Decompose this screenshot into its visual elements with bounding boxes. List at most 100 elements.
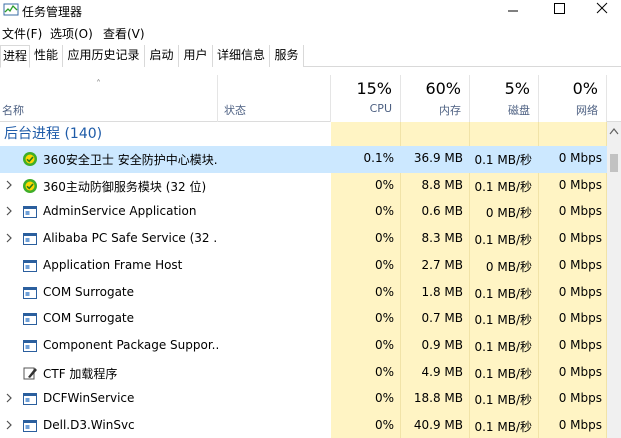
disk-value: 0 MB/秒 xyxy=(485,259,532,274)
cpu-value: 0% xyxy=(374,204,394,219)
process-name: CTF 加载程序 xyxy=(43,366,118,381)
process-name: Component Package Suppor... xyxy=(43,337,218,352)
process-name: 360安全卫士 安全防护中心模块... xyxy=(43,153,218,167)
close-icon xyxy=(596,2,608,14)
app-window-icon xyxy=(23,420,37,432)
memory-value: 8.8 MB xyxy=(421,177,463,192)
menu-options[interactable]: 选项(O) xyxy=(50,25,93,42)
tab-services[interactable]: 服务 xyxy=(270,45,304,67)
header-memory[interactable]: 60% 内存 xyxy=(401,75,470,122)
header-memory-label: 内存 xyxy=(439,104,461,117)
process-row[interactable]: 360主动防御服务模块 (32 位) 0% 8.8 MB 0.1 MB/秒 0 Mbps xyxy=(0,173,607,200)
memory-value: 0.7 MB xyxy=(421,311,463,326)
process-name: Alibaba PC Safe Service (32 ... xyxy=(43,231,218,246)
process-row[interactable]: 360安全卫士 安全防护中心模块... 0.1% 36.9 MB 0.1 MB/秒 0 … xyxy=(0,146,607,173)
disk-value: 0.1 MB/秒 xyxy=(474,179,532,194)
network-value: 0 Mbps xyxy=(558,364,602,379)
tab-processes[interactable]: 进程 xyxy=(0,45,30,68)
header-disk[interactable]: 5% 磁盘 xyxy=(470,75,539,122)
cpu-value: 0% xyxy=(374,257,394,272)
minimize-icon xyxy=(508,10,518,12)
cpu-value: 0% xyxy=(374,364,394,379)
memory-value: 40.9 MB xyxy=(413,418,463,432)
process-row[interactable]: COM Surrogate 0% 0.7 MB 0.1 MB/秒 0 Mbps xyxy=(0,306,607,333)
disk-value: 0.1 MB/秒 xyxy=(474,393,532,408)
expand-chevron-icon[interactable] xyxy=(4,393,14,403)
sort-up-icon: ˄ xyxy=(96,79,101,90)
network-value: 0 Mbps xyxy=(558,204,602,219)
process-row[interactable]: COM Surrogate 0% 1.8 MB 0.1 MB/秒 0 Mbps xyxy=(0,280,607,307)
memory-value: 8.3 MB xyxy=(421,231,463,246)
network-value: 0 Mbps xyxy=(558,284,602,299)
disk-total-percent: 5% xyxy=(504,79,530,98)
group-header-background[interactable]: 后台进程 (140) xyxy=(0,122,607,149)
header-status[interactable]: 状态 xyxy=(218,75,331,122)
vertical-scrollbar[interactable] xyxy=(607,122,621,438)
process-name: COM Surrogate xyxy=(43,284,135,299)
ctf-pen-icon xyxy=(23,367,37,380)
memory-total-percent: 60% xyxy=(425,79,461,98)
maximize-icon xyxy=(554,3,565,14)
process-row[interactable]: Alibaba PC Safe Service (32 ... 0% 8.3 MB 0… xyxy=(0,226,607,253)
expand-chevron-icon[interactable] xyxy=(4,206,14,216)
tab-performance[interactable]: 性能 xyxy=(30,45,63,67)
expand-chevron-icon[interactable] xyxy=(4,233,14,243)
process-row[interactable]: Application Frame Host 0% 2.7 MB 0 MB/秒 0 Mb… xyxy=(0,253,607,280)
header-name[interactable]: ˄ 名称 xyxy=(0,75,218,122)
app-window-icon xyxy=(23,339,37,352)
process-row[interactable]: CTF 加载程序 0% 4.9 MB 0.1 MB/秒 0 Mbps xyxy=(0,360,607,387)
scroll-up-icon[interactable] xyxy=(607,122,621,142)
header-cpu[interactable]: 15% CPU xyxy=(331,75,401,122)
app-window-icon xyxy=(23,206,37,219)
disk-value: 0.1 MB/秒 xyxy=(474,366,532,381)
menu-view[interactable]: 查看(V) xyxy=(103,25,145,42)
process-name: Application Frame Host xyxy=(43,257,183,272)
process-name: COM Surrogate xyxy=(43,311,135,326)
maximize-button[interactable] xyxy=(536,0,582,22)
process-name: DCFWinService xyxy=(43,391,135,406)
memory-value: 2.7 MB xyxy=(421,257,463,272)
menu-file[interactable]: 文件(F) xyxy=(2,25,42,42)
scroll-thumb[interactable] xyxy=(610,154,618,172)
tab-app-history[interactable]: 应用历史记录 xyxy=(63,45,145,67)
360-shield-icon xyxy=(23,152,37,166)
cpu-value: 0% xyxy=(374,177,394,192)
disk-value: 0.1 MB/秒 xyxy=(474,286,532,301)
network-value: 0 Mbps xyxy=(558,418,602,432)
process-row[interactable]: AdminService Application 0% 0.6 MB 0 MB/秒 0 … xyxy=(0,199,607,226)
disk-value: 0.1 MB/秒 xyxy=(474,313,532,328)
process-name: 360主动防御服务模块 (32 位) xyxy=(43,179,207,194)
tab-startup[interactable]: 启动 xyxy=(145,45,179,67)
header-network[interactable]: 0% 网络 xyxy=(539,75,607,122)
header-network-label: 网络 xyxy=(576,104,598,117)
network-value: 0 Mbps xyxy=(558,151,602,165)
cpu-value: 0% xyxy=(374,418,394,432)
network-value: 0 Mbps xyxy=(558,177,602,192)
memory-value: 0.9 MB xyxy=(421,337,463,352)
memory-value: 1.8 MB xyxy=(421,284,463,299)
app-window-icon xyxy=(23,393,37,406)
process-row[interactable]: Component Package Suppor... 0% 0.9 MB 0.1 M… xyxy=(0,333,607,360)
cpu-value: 0% xyxy=(374,284,394,299)
360-shield-icon xyxy=(23,178,37,193)
disk-value: 0 MB/秒 xyxy=(485,206,532,221)
process-row[interactable]: DCFWinService 0% 18.8 MB 0.1 MB/秒 0 Mbps xyxy=(0,386,607,413)
column-header: ˄ 名称 状态 15% CPU 60% 内存 5% 磁盘 0% 网络 xyxy=(0,75,621,122)
expand-chevron-icon[interactable] xyxy=(4,420,14,430)
app-window-icon xyxy=(23,286,37,299)
tab-users[interactable]: 用户 xyxy=(179,45,213,67)
memory-value: 0.6 MB xyxy=(421,204,463,219)
task-manager-icon xyxy=(3,3,19,16)
process-name: AdminService Application xyxy=(43,204,197,219)
expand-chevron-icon[interactable] xyxy=(4,180,14,190)
cpu-total-percent: 15% xyxy=(356,79,392,98)
close-button[interactable] xyxy=(582,0,621,22)
title-bar: 任务管理器 xyxy=(0,0,621,22)
cpu-value: 0% xyxy=(374,231,394,246)
tab-details[interactable]: 详细信息 xyxy=(213,45,270,67)
header-status-label: 状态 xyxy=(224,104,246,117)
memory-value: 36.9 MB xyxy=(413,151,463,165)
process-list: 后台进程 (140) 360安全卫士 安全防护中心模块... 0.1% 36.9 M… xyxy=(0,122,607,438)
minimize-button[interactable] xyxy=(490,0,536,22)
process-row[interactable]: Dell.D3.WinSvc 0% 40.9 MB 0.1 MB/秒 0 Mbps xyxy=(0,413,607,438)
